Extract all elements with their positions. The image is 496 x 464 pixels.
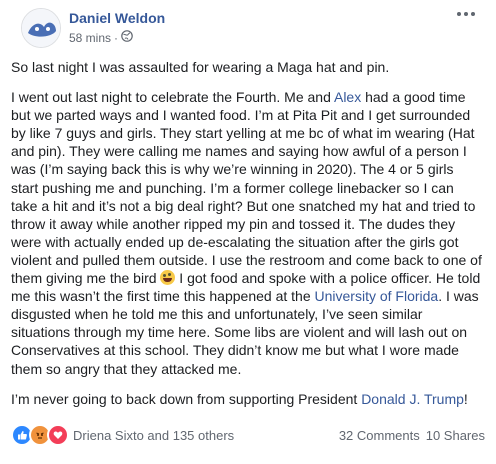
text-segment: had a good time but we parted ways and I… — [11, 89, 482, 287]
facebook-post: Daniel Weldon 58 mins · So last night I … — [0, 0, 496, 464]
reactions-text[interactable]: Driena Sixto and 135 others — [73, 428, 234, 443]
post-footer: Driena Sixto and 135 others 32 Comments … — [11, 420, 485, 450]
post-lead: So last night I was assaulted for wearin… — [11, 59, 390, 75]
mention-university-of-florida[interactable]: University of Florida — [315, 288, 439, 304]
mention-donald-trump[interactable]: Donald J. Trump — [361, 391, 464, 407]
text-segment: ! — [463, 390, 468, 407]
reactions-summary[interactable]: Driena Sixto and 135 others — [11, 424, 234, 446]
post-meta: 58 mins · — [69, 30, 133, 45]
engagement-counts: 32 Comments 10 Shares — [339, 428, 485, 443]
mention-alex[interactable]: Alex — [334, 89, 361, 105]
post-paragraph-2: I’m never going to back down from suppor… — [11, 390, 482, 408]
post-paragraph-1: I went out last night to celebrate the F… — [11, 88, 482, 378]
laughing-emoji-icon — [160, 270, 176, 286]
post-body: So last night I was assaulted for wearin… — [11, 58, 485, 408]
globe-icon[interactable] — [121, 30, 133, 45]
post-timestamp[interactable]: 58 mins — [69, 31, 111, 45]
meta-separator: · — [114, 30, 119, 45]
avatar[interactable] — [21, 8, 61, 48]
author-name[interactable]: Daniel Weldon — [69, 10, 165, 26]
text-segment: I’m never going to back down from suppor… — [11, 390, 362, 407]
more-options-icon[interactable] — [457, 12, 475, 16]
comments-count[interactable]: 32 Comments — [339, 428, 420, 443]
shares-count[interactable]: 10 Shares — [426, 428, 485, 443]
love-reaction-icon — [47, 424, 69, 446]
text-segment: I went out last night to celebrate the F… — [11, 89, 334, 106]
post-header: Daniel Weldon 58 mins · — [11, 0, 485, 50]
